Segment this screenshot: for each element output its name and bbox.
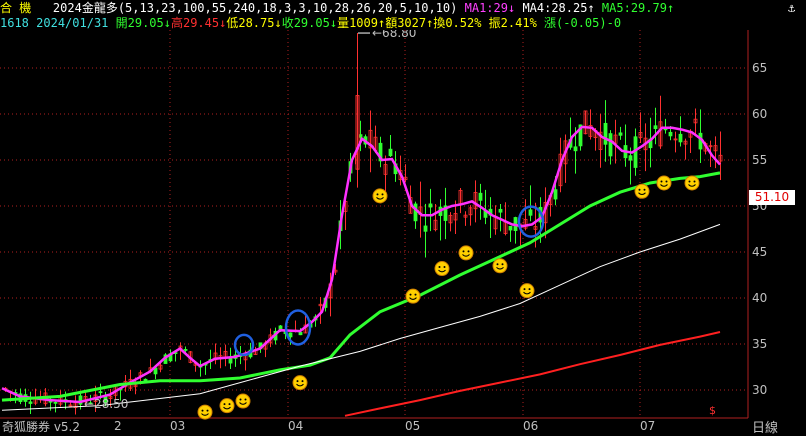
candle-body xyxy=(508,225,513,231)
volume-value: 量1009↑ xyxy=(337,16,386,30)
candle-body xyxy=(98,391,103,394)
candle-body xyxy=(388,148,393,157)
chart-window: 合 機 2024金龍多(5,13,23,100,55,240,18,3,3,10… xyxy=(0,0,806,436)
smiley-icon xyxy=(684,175,700,191)
period-label[interactable]: 日線 xyxy=(752,417,778,436)
y-tick-label: 60 xyxy=(752,107,767,121)
indicator-formula: 2024金龍多(5,13,23,100,55,240,18,3,3,10,28,… xyxy=(52,1,458,15)
smiley-icon xyxy=(434,261,450,277)
candle-body xyxy=(428,203,433,208)
y-tick-label: 45 xyxy=(752,245,767,259)
high-value: 高29.45↓ xyxy=(170,16,227,30)
open-value: 開29.05↓ xyxy=(115,16,171,30)
ma5-value: MA5:29.79↑ xyxy=(601,1,675,15)
candle-body xyxy=(668,131,673,137)
app-version: 奇狐勝券 v5.2 xyxy=(2,420,81,434)
smiley-icon xyxy=(519,283,535,299)
turnover-value: 換0.52% xyxy=(433,16,482,30)
candle-body xyxy=(603,122,608,145)
indicator-header: 合 機 2024金龍多(5,13,23,100,55,240,18,3,3,10… xyxy=(0,0,674,16)
max-price-label: ←68.80 xyxy=(372,30,416,40)
smiley-icon xyxy=(235,393,251,409)
candle-body xyxy=(413,203,418,222)
candle-body xyxy=(498,208,503,213)
candle-body xyxy=(528,209,533,216)
candlestick-chart[interactable]: 303540455055606503 04 05 06 072←68.80←28.50 $ xyxy=(0,30,806,436)
candle-body xyxy=(573,146,578,152)
smiley-icon xyxy=(405,288,421,304)
quote-date: 2024/01/31 xyxy=(36,16,109,30)
candle-body xyxy=(53,401,58,404)
close-value: 收29.05↓ xyxy=(281,16,338,30)
candle-body xyxy=(288,332,293,338)
ma1-value: MA1:29↓ xyxy=(464,1,516,15)
candle-body xyxy=(423,225,428,232)
candle-body xyxy=(628,155,633,161)
x-tick-label: 2 xyxy=(114,419,122,433)
amount-value: 額3027↑ xyxy=(385,16,434,30)
smiley-icon xyxy=(634,183,650,199)
x-tick-label: 03 xyxy=(170,419,185,433)
amplitude-value: 振2.41% xyxy=(488,16,537,30)
smiley-icon xyxy=(197,404,213,420)
y-tick-label: 65 xyxy=(752,61,767,75)
y-tick-label: 55 xyxy=(752,153,767,167)
candle-body xyxy=(228,357,233,364)
smiley-icon xyxy=(458,245,474,261)
candle-body xyxy=(553,189,558,200)
candle-body xyxy=(678,133,683,143)
x-tick-label: 05 xyxy=(405,419,420,433)
y-tick-label: 35 xyxy=(752,337,767,351)
signal-s-marker: $ xyxy=(709,404,716,417)
x-tick-label: 07 xyxy=(640,419,655,433)
change-value: 漲(-0.05)-0 xyxy=(544,16,622,30)
candle-body xyxy=(183,349,188,351)
x-tick-label: 04 xyxy=(288,419,303,433)
smiley-icon xyxy=(492,258,508,274)
quote-header: 1618 2024/01/31 開29.05↓高29.45↓低28.75↓收29… xyxy=(0,15,621,31)
candle-body xyxy=(618,132,623,136)
min-price-label: ←28.50 xyxy=(84,397,128,411)
x-tick-label: 06 xyxy=(523,419,538,433)
y-tick-label: 40 xyxy=(752,291,767,305)
ma4-value: MA4:28.25↑ xyxy=(522,1,595,15)
candle-body xyxy=(298,331,303,336)
y-tick-label: 30 xyxy=(752,383,767,397)
candle-body xyxy=(478,192,483,201)
low-value: 低28.75↓ xyxy=(226,16,282,30)
candle-body xyxy=(653,125,658,130)
smiley-icon xyxy=(292,375,308,391)
smiley-icon xyxy=(656,175,672,191)
stock-name: 合 機 xyxy=(0,1,32,15)
stock-code: 1618 xyxy=(0,16,29,30)
anchor-icon[interactable]: ⚓ xyxy=(788,1,795,15)
smiley-icon xyxy=(372,188,388,204)
candle-body xyxy=(608,133,613,157)
smiley-icon xyxy=(219,398,235,414)
last-price-tag: 51.10 xyxy=(749,190,795,205)
candle-body xyxy=(28,401,33,404)
